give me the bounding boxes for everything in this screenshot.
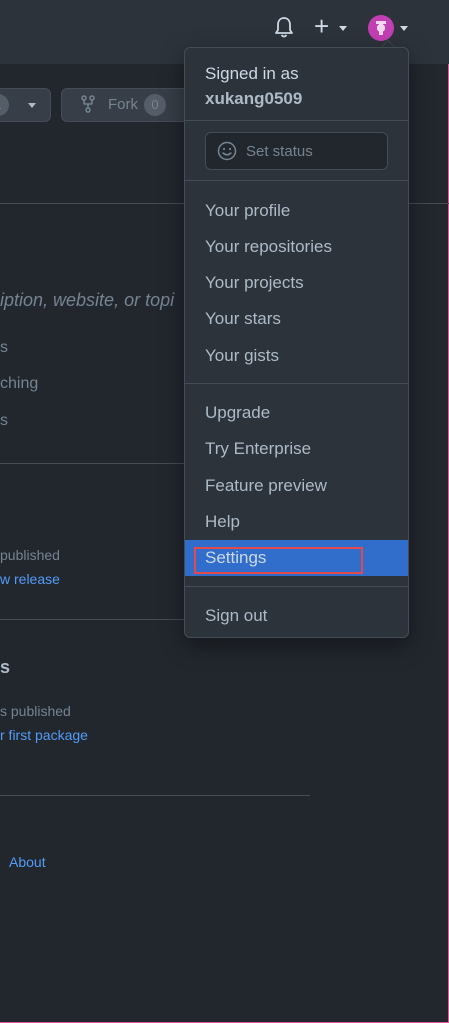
menu-item-settings[interactable]: Settings <box>185 540 408 576</box>
menu-item-help[interactable]: Help <box>185 504 408 540</box>
publish-package-link[interactable]: r first package <box>0 727 88 743</box>
menu-item-sign-out[interactable]: Sign out <box>185 598 408 634</box>
chevron-down-icon <box>28 103 36 108</box>
set-status-label: Set status <box>246 143 313 160</box>
fork-count: 0 <box>144 94 166 116</box>
about-stat-3: s <box>0 412 8 429</box>
packages-heading: s <box>0 657 11 677</box>
divider <box>185 383 408 384</box>
create-release-link[interactable]: w release <box>0 571 60 587</box>
star-count: 1 <box>0 94 9 116</box>
menu-item-your-profile[interactable]: Your profile <box>185 193 408 229</box>
divider <box>185 120 408 121</box>
about-stat-2: ching <box>0 375 39 392</box>
fork-label: Fork <box>108 96 138 113</box>
set-status-button[interactable]: Set status <box>205 132 388 170</box>
fork-icon <box>81 95 95 113</box>
divider <box>0 795 310 796</box>
menu-item-your-stars[interactable]: Your stars <box>185 301 408 337</box>
star-count-button[interactable]: 1 <box>0 88 51 122</box>
releases-empty-text: published <box>0 547 60 563</box>
about-stat-1: s <box>0 339 8 356</box>
footer-about-link[interactable]: About <box>9 854 46 870</box>
menu-item-feature-preview[interactable]: Feature preview <box>185 468 408 504</box>
packages-empty-text: s published <box>0 703 71 719</box>
smiley-icon <box>217 141 237 161</box>
divider <box>185 180 408 181</box>
divider <box>185 586 408 587</box>
user-dropdown-menu: Signed in as xukang0509 Set status Your … <box>184 47 409 638</box>
chevron-down-icon[interactable] <box>339 26 347 31</box>
chevron-down-icon[interactable] <box>400 26 408 31</box>
menu-item-upgrade[interactable]: Upgrade <box>185 395 408 431</box>
signed-in-label: Signed in as <box>205 64 299 83</box>
menu-item-your-projects[interactable]: Your projects <box>185 265 408 301</box>
avatar[interactable] <box>368 15 394 41</box>
menu-item-your-repositories[interactable]: Your repositories <box>185 229 408 265</box>
bell-icon[interactable] <box>274 16 294 38</box>
plus-icon[interactable]: + <box>314 13 329 39</box>
about-description-placeholder: iption, website, or topi <box>0 290 175 310</box>
menu-item-your-gists[interactable]: Your gists <box>185 338 408 374</box>
menu-item-try-enterprise[interactable]: Try Enterprise <box>185 431 408 467</box>
username[interactable]: xukang0509 <box>205 89 302 109</box>
